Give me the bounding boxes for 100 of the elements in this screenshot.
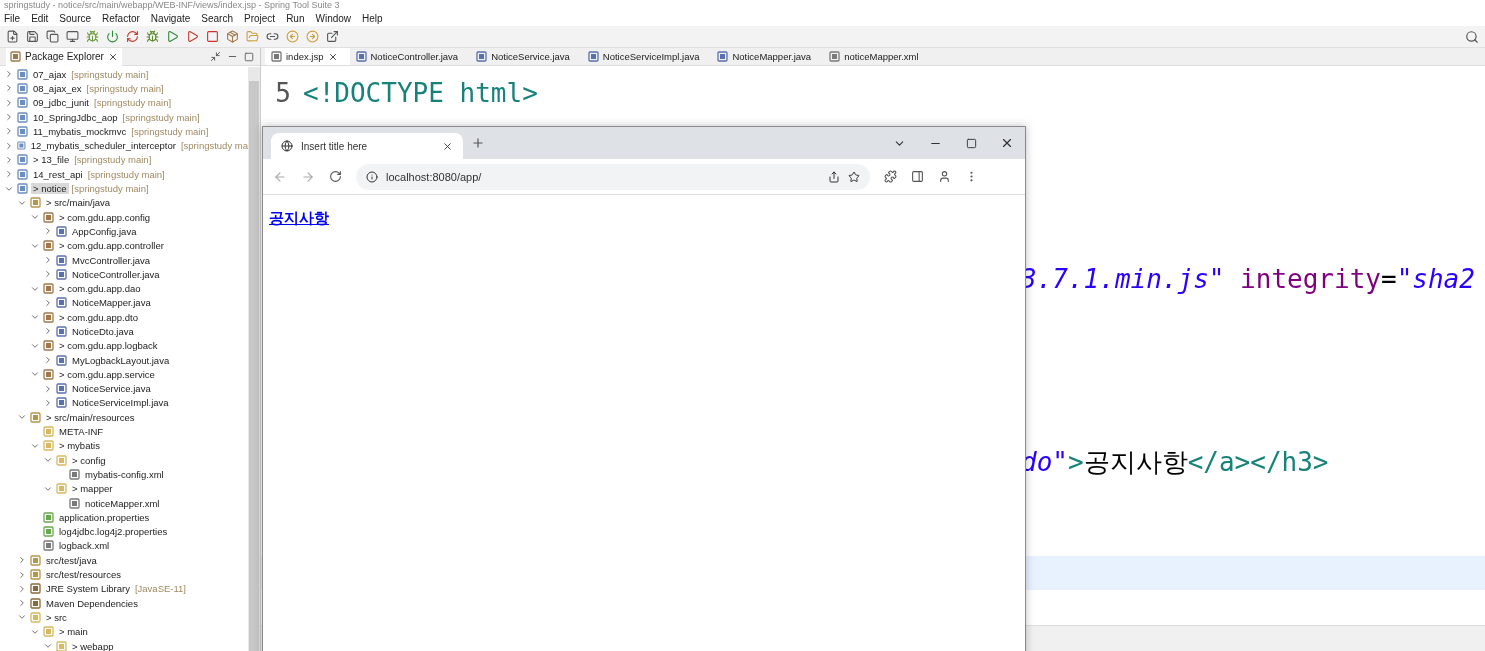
line-number: 5 — [274, 78, 291, 109]
editor-tab[interactable]: NoticeServiceImpl.java — [581, 48, 712, 65]
window-title: springstudy - notice/src/main/webapp/WEB-INF/views/index.jsp - Spring Tool Suite 3 — [4, 0, 340, 10]
back-icon[interactable] — [286, 30, 299, 43]
tree-item[interactable]: noticeMapper.xml — [83, 497, 162, 509]
tree-item[interactable]: NoticeService.java — [70, 383, 153, 395]
run-server-icon[interactable] — [186, 30, 199, 43]
link-icon[interactable] — [266, 30, 279, 43]
save-all-icon[interactable] — [46, 30, 59, 43]
forward-icon[interactable] — [301, 169, 315, 184]
tree-item[interactable]: MvcController.java — [70, 254, 153, 266]
tree-item[interactable]: src/test/java — [44, 554, 99, 566]
tree-item[interactable]: > webapp — [70, 640, 116, 651]
tree-item[interactable]: 12_mybatis_scheduler_interceptor — [28, 140, 178, 152]
back-icon[interactable] — [273, 169, 287, 184]
power-icon[interactable] — [106, 30, 119, 43]
tree-item[interactable]: > mybatis — [57, 440, 102, 452]
new-tab-icon[interactable] — [471, 136, 485, 150]
tree-item[interactable]: MyLogbackLayout.java — [70, 354, 172, 366]
collapse-all-icon[interactable] — [210, 51, 221, 62]
address-bar[interactable]: localhost:8080/app/ — [356, 163, 870, 190]
tree-item[interactable]: mybatis-config.xml — [83, 468, 166, 480]
tree-item[interactable]: 08_ajax_ex — [31, 82, 84, 94]
tree-item[interactable]: > main — [57, 626, 90, 638]
tree-item[interactable]: > src — [44, 611, 69, 623]
tree-item-decoration: [springstudy main] — [131, 125, 209, 137]
tree-item[interactable]: logback.xml — [57, 540, 112, 552]
close-icon[interactable] — [442, 140, 453, 152]
tree-item[interactable]: > com.gdu.app.service — [57, 368, 157, 380]
tab-label: NoticeMapper.java — [732, 51, 812, 62]
menu-item[interactable]: File — [4, 12, 21, 24]
menu-item[interactable]: Run — [286, 12, 305, 24]
editor-tab[interactable]: noticeMapper.xml — [823, 48, 931, 65]
editor-tab[interactable]: index.jsp — [265, 48, 350, 65]
tab-label: index.jsp — [286, 51, 324, 62]
tree-item[interactable]: > com.gdu.app.controller — [57, 240, 166, 252]
tree-item[interactable]: > 13_file — [31, 154, 72, 166]
tree-item-decoration: [springstudy main] — [71, 68, 149, 80]
tree-item[interactable]: JRE System Library — [44, 583, 132, 595]
tree-item[interactable]: AppConfig.java — [70, 225, 139, 237]
forward-icon[interactable] — [306, 30, 319, 43]
view-title: Package Explorer — [25, 51, 104, 62]
search-icon[interactable] — [1465, 29, 1479, 44]
menu-item[interactable]: Edit — [31, 12, 49, 24]
tree-item[interactable]: src/test/resources — [44, 569, 123, 581]
debug-icon[interactable] — [146, 30, 159, 43]
save-icon[interactable] — [26, 30, 39, 43]
menu-item[interactable]: Search — [201, 12, 233, 24]
tree-item[interactable]: > com.gdu.app.dto — [57, 311, 140, 323]
monitor-icon[interactable] — [66, 30, 79, 43]
browser-tab[interactable]: Insert title here — [271, 133, 463, 159]
maximize-icon[interactable] — [244, 51, 254, 62]
menu-item[interactable]: Navigate — [150, 12, 191, 24]
tree-item[interactable]: 14_rest_api — [31, 168, 85, 180]
menu-item[interactable]: Help — [362, 12, 383, 24]
menu-item[interactable]: Project — [244, 12, 276, 24]
tree-item[interactable]: META-INF — [57, 426, 106, 438]
tree-item[interactable]: application.properties — [57, 511, 152, 523]
tree-item[interactable]: > src/main/resources — [44, 411, 137, 423]
run-icon[interactable] — [166, 30, 179, 43]
tree-item[interactable]: 07_ajax — [31, 68, 69, 80]
refresh-icon[interactable] — [126, 30, 139, 43]
new-file-icon[interactable] — [6, 30, 19, 43]
tree-item[interactable]: > src/main/java — [44, 197, 113, 209]
editor-tab[interactable]: NoticeMapper.java — [711, 48, 824, 65]
tree-item[interactable]: 09_jdbc_junit — [31, 97, 91, 109]
tree-item[interactable]: > com.gdu.app.dao — [57, 283, 143, 295]
tree-item[interactable]: NoticeMapper.java — [70, 297, 153, 309]
bug-icon[interactable] — [86, 30, 99, 43]
profile-icon[interactable] — [938, 170, 951, 183]
close-icon[interactable] — [327, 51, 338, 62]
stop-icon[interactable] — [206, 30, 219, 43]
tree-item[interactable]: NoticeDto.java — [70, 326, 136, 337]
tree-item[interactable]: 10_SpringJdbc_aop — [31, 111, 120, 123]
tree-item[interactable]: > config — [70, 454, 108, 466]
menu-item[interactable]: Source — [59, 12, 92, 24]
tree-item[interactable]: > com.gdu.app.logback — [57, 340, 160, 352]
tree-item[interactable]: NoticeServiceImpl.java — [70, 397, 171, 409]
tree-item[interactable]: > mapper — [70, 483, 115, 495]
tree-item[interactable]: 11_mybatis_mockmvc — [31, 125, 129, 137]
editor-tab[interactable]: NoticeController.java — [349, 48, 471, 65]
menu-item[interactable]: Window — [315, 12, 352, 24]
reload-icon[interactable] — [329, 170, 342, 183]
tree-item-decoration: [JavaSE-11] — [134, 583, 186, 595]
menu-item[interactable]: Refactor — [102, 12, 140, 24]
side-panel-icon[interactable] — [911, 170, 924, 183]
tree-item[interactable]: > notice — [31, 183, 69, 194]
notice-link[interactable]: 공지사항 — [269, 209, 329, 227]
open-folder-icon[interactable] — [246, 30, 259, 43]
editor-tab[interactable]: NoticeService.java — [470, 48, 582, 65]
share-icon[interactable] — [828, 170, 840, 183]
tree-item[interactable]: log4jdbc.log4j2.properties — [57, 526, 170, 538]
external-icon[interactable] — [326, 30, 339, 43]
tree-item[interactable]: NoticeController.java — [70, 268, 162, 280]
bookmark-star-icon[interactable] — [848, 170, 860, 183]
tree-item[interactable]: > com.gdu.app.config — [57, 211, 153, 223]
extensions-icon[interactable] — [884, 170, 897, 183]
close-icon[interactable] — [107, 51, 118, 62]
tree-item[interactable]: Maven Dependencies — [44, 597, 140, 609]
scrollbar-thumb[interactable] — [249, 81, 259, 651]
